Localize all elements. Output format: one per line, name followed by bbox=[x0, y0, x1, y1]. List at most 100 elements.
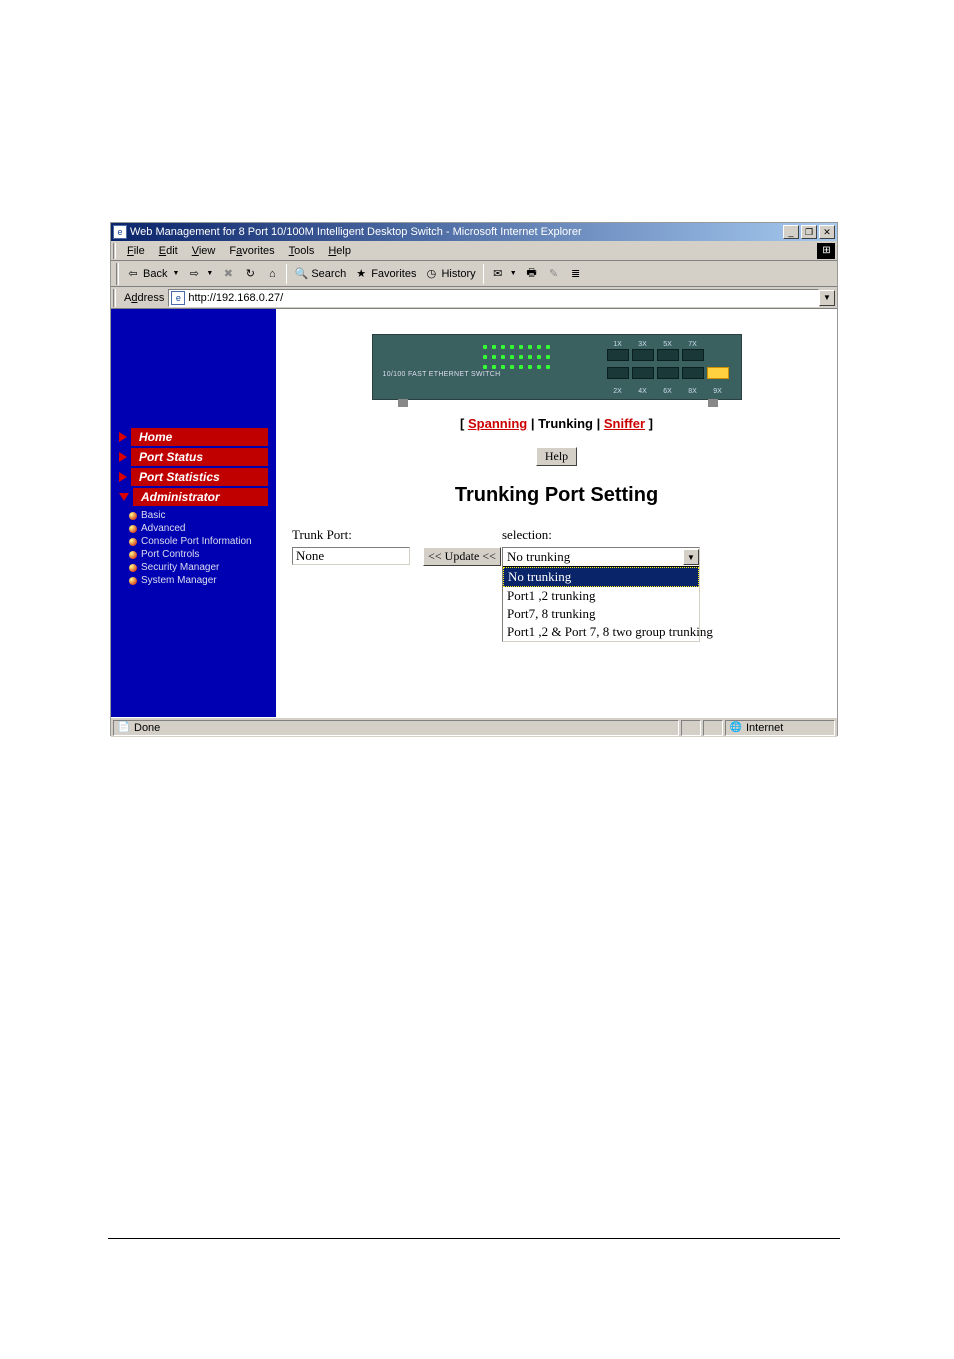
search-icon: 🔍 bbox=[294, 267, 308, 281]
stop-icon: ✖ bbox=[221, 267, 235, 281]
bullet-icon bbox=[129, 538, 137, 546]
back-button[interactable]: ⇦ Back ▼ bbox=[122, 265, 183, 283]
update-button[interactable]: << Update << bbox=[423, 547, 501, 566]
link-trunking-current: Trunking bbox=[538, 416, 593, 431]
sidebar-item-administrator[interactable]: Administrator bbox=[111, 487, 276, 507]
main-pane: 10/100 FAST ETHERNET SWITCH 1X 3X 5X 7X bbox=[276, 309, 837, 717]
menu-file[interactable]: File bbox=[120, 243, 152, 259]
menu-bar: File Edit View Favorites Tools Help ⊞ bbox=[111, 241, 837, 261]
address-dropdown-button[interactable]: ▼ bbox=[819, 290, 835, 306]
sidebar-subitem-basic[interactable]: Basic bbox=[129, 509, 276, 522]
home-button[interactable]: ⌂ bbox=[261, 265, 283, 283]
title-bar: e Web Management for 8 Port 10/100M Inte… bbox=[111, 223, 837, 241]
history-button[interactable]: ◷History bbox=[420, 265, 479, 283]
trunk-port-input[interactable] bbox=[292, 547, 410, 565]
page-icon: e bbox=[171, 291, 185, 305]
maximize-button[interactable]: ❐ bbox=[801, 225, 817, 239]
sidebar: Home Port Status Port Statistics Adminis… bbox=[111, 309, 276, 717]
forward-button[interactable]: ⇨ ▼ bbox=[183, 265, 217, 283]
home-icon: ⌂ bbox=[265, 267, 279, 281]
selection-label: selection: bbox=[502, 527, 712, 543]
chevron-down-icon: ▼ bbox=[172, 270, 179, 277]
sidebar-item-label: Administrator bbox=[133, 488, 268, 506]
arrow-icon bbox=[119, 432, 127, 442]
chevron-down-icon: ▼ bbox=[510, 270, 517, 277]
port-9x-highlighted bbox=[707, 367, 729, 379]
sidebar-subitem-system-manager[interactable]: System Manager bbox=[129, 574, 276, 587]
sidebar-item-label: Home bbox=[131, 428, 268, 446]
refresh-button[interactable]: ↻ bbox=[239, 265, 261, 283]
selection-value: No trunking bbox=[503, 549, 683, 565]
done-icon: 📄 bbox=[118, 722, 130, 734]
page-footer-rule bbox=[108, 1238, 840, 1239]
selection-option[interactable]: Port1 ,2 & Port 7, 8 two group trunking bbox=[503, 623, 699, 641]
link-sniffer[interactable]: Sniffer bbox=[604, 416, 645, 431]
bullet-icon bbox=[129, 551, 137, 559]
discuss-icon: ≣ bbox=[569, 267, 583, 281]
selection-options-list: No trunking Port1 ,2 trunking Port7, 8 t… bbox=[503, 566, 699, 641]
ie-logo-icon: ⊞ bbox=[817, 243, 835, 259]
sidebar-item-port-statistics[interactable]: Port Statistics bbox=[111, 467, 276, 487]
status-bar: 📄 Done 🌐 Internet bbox=[111, 717, 837, 737]
selection-dropdown[interactable]: No trunking ▼ No trunking Port1 ,2 trunk… bbox=[502, 547, 700, 642]
help-button[interactable]: Help bbox=[536, 447, 577, 466]
edit-button[interactable]: ✎ bbox=[543, 265, 565, 283]
history-icon: ◷ bbox=[424, 267, 438, 281]
forward-icon: ⇨ bbox=[187, 267, 201, 281]
bullet-icon bbox=[129, 577, 137, 585]
sidebar-item-label: Port Statistics bbox=[131, 468, 268, 486]
sidebar-subitem-advanced[interactable]: Advanced bbox=[129, 522, 276, 535]
mail-button[interactable]: ✉▼ bbox=[487, 265, 521, 283]
selection-option[interactable]: Port1 ,2 trunking bbox=[503, 587, 699, 605]
bullet-icon bbox=[129, 564, 137, 572]
arrow-icon bbox=[119, 452, 127, 462]
toolbar: ⇦ Back ▼ ⇨ ▼ ✖ ↻ ⌂ 🔍Search ★Favorites ◷H… bbox=[111, 261, 837, 287]
discuss-button[interactable]: ≣ bbox=[565, 265, 587, 283]
stop-button[interactable]: ✖ bbox=[217, 265, 239, 283]
sidebar-item-port-status[interactable]: Port Status bbox=[111, 447, 276, 467]
sidebar-item-home[interactable]: Home bbox=[111, 427, 276, 447]
address-label: Address bbox=[120, 292, 168, 304]
browser-window: e Web Management for 8 Port 10/100M Inte… bbox=[110, 222, 838, 736]
internet-icon: 🌐 bbox=[730, 722, 742, 734]
back-icon: ⇦ bbox=[126, 267, 140, 281]
arrow-down-icon bbox=[119, 493, 129, 501]
menu-edit[interactable]: Edit bbox=[152, 243, 185, 259]
favorites-icon: ★ bbox=[354, 267, 368, 281]
minimize-button[interactable]: _ bbox=[783, 225, 799, 239]
sidebar-subitem-port-controls[interactable]: Port Controls bbox=[129, 548, 276, 561]
edit-icon: ✎ bbox=[547, 267, 561, 281]
search-button[interactable]: 🔍Search bbox=[290, 265, 350, 283]
menu-help[interactable]: Help bbox=[321, 243, 358, 259]
sidebar-sublist: Basic Advanced Console Port Information … bbox=[129, 509, 276, 587]
ie-icon: e bbox=[113, 225, 127, 239]
sidebar-subitem-security-manager[interactable]: Security Manager bbox=[129, 561, 276, 574]
menu-view[interactable]: View bbox=[185, 243, 223, 259]
close-button[interactable]: ✕ bbox=[819, 225, 835, 239]
selection-option[interactable]: No trunking bbox=[503, 567, 699, 587]
sidebar-subitem-console-port[interactable]: Console Port Information bbox=[129, 535, 276, 548]
sidebar-item-label: Port Status bbox=[131, 448, 268, 466]
trunking-form: Trunk Port: << Update << selection: No t… bbox=[292, 527, 821, 642]
switch-label: 10/100 FAST ETHERNET SWITCH bbox=[383, 371, 501, 378]
refresh-icon: ↻ bbox=[243, 267, 257, 281]
print-button[interactable]: 🖶 bbox=[521, 265, 543, 283]
chevron-down-icon: ▼ bbox=[206, 270, 213, 277]
content-area: Home Port Status Port Statistics Adminis… bbox=[111, 309, 837, 717]
link-spanning[interactable]: Spanning bbox=[468, 416, 527, 431]
zone-text: Internet bbox=[746, 722, 783, 734]
favorites-button[interactable]: ★Favorites bbox=[350, 265, 420, 283]
address-input[interactable] bbox=[188, 292, 816, 304]
print-icon: 🖶 bbox=[525, 267, 539, 281]
menu-tools[interactable]: Tools bbox=[282, 243, 322, 259]
bullet-icon bbox=[129, 512, 137, 520]
selection-option[interactable]: Port7, 8 trunking bbox=[503, 605, 699, 623]
chevron-down-icon[interactable]: ▼ bbox=[683, 549, 699, 565]
arrow-icon bbox=[119, 472, 127, 482]
page-heading: Trunking Port Setting bbox=[276, 484, 837, 507]
menu-favorites[interactable]: Favorites bbox=[222, 243, 281, 259]
window-title: Web Management for 8 Port 10/100M Intell… bbox=[130, 226, 783, 238]
status-text: Done bbox=[134, 722, 160, 734]
address-bar: Address e ▼ bbox=[111, 287, 837, 309]
mail-icon: ✉ bbox=[491, 267, 505, 281]
